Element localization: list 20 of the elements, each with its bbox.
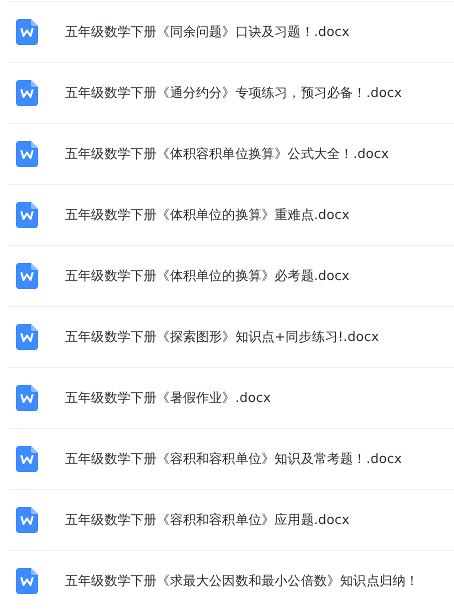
word-document-icon: [16, 324, 38, 350]
file-name[interactable]: 五年级数学下册《容积和容积单位》应用题.docx: [65, 511, 350, 529]
file-name[interactable]: 五年级数学下册《体积单位的换算》必考题.docx: [65, 267, 350, 285]
file-name[interactable]: 五年级数学下册《探索图形》知识点+同步练习!.docx: [65, 328, 379, 346]
word-document-icon: [16, 446, 38, 472]
file-name[interactable]: 五年级数学下册《同余问题》口诀及习题！.docx: [65, 23, 350, 41]
word-document-icon: [16, 507, 38, 533]
file-name[interactable]: 五年级数学下册《容积和容积单位》知识及常考题！.docx: [65, 450, 402, 468]
word-document-icon: [16, 568, 38, 594]
file-name[interactable]: 五年级数学下册《暑假作业》.docx: [65, 389, 271, 407]
word-document-icon: [16, 385, 38, 411]
file-name[interactable]: 五年级数学下册《通分约分》专项练习，预习必备！.docx: [65, 84, 402, 102]
word-document-icon: [16, 80, 38, 106]
file-name[interactable]: 五年级数学下册《体积单位的换算》重难点.docx: [65, 206, 350, 224]
word-document-icon: [16, 19, 38, 45]
word-document-icon: [16, 202, 38, 228]
word-document-icon: [16, 141, 38, 167]
word-document-icon: [16, 263, 38, 289]
file-name[interactable]: 五年级数学下册《求最大公因数和最小公倍数》知识点归纳！: [65, 572, 419, 590]
file-name[interactable]: 五年级数学下册《体积容积单位换算》公式大全！.docx: [65, 145, 389, 163]
